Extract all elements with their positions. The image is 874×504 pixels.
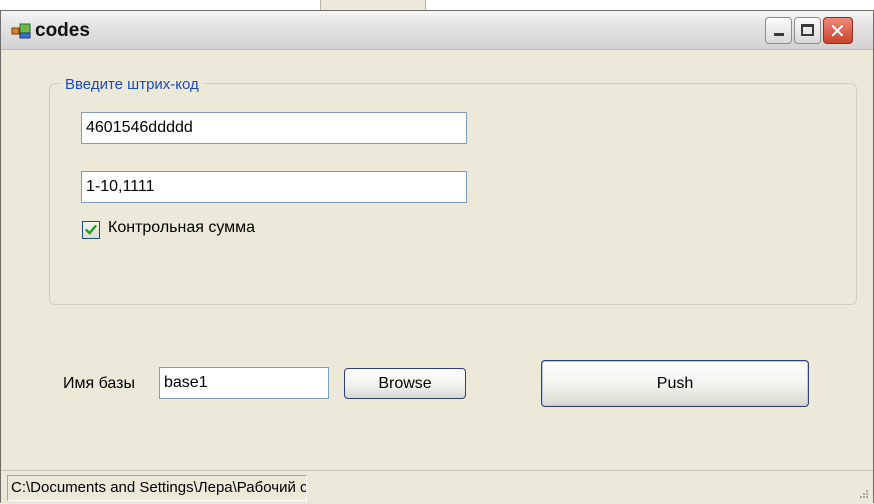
browse-button[interactable]: Browse bbox=[344, 368, 466, 399]
range-input[interactable]: 1-10,1111 bbox=[81, 171, 467, 203]
minimize-icon bbox=[774, 33, 784, 36]
status-bar: C:\Documents and Settings\Лера\Рабочий с… bbox=[1, 470, 873, 504]
app-icon bbox=[11, 23, 31, 39]
base-name-input[interactable]: base1 bbox=[159, 367, 329, 399]
base-name-label: Имя базы bbox=[63, 375, 135, 392]
checkmark-icon bbox=[85, 225, 97, 235]
maximize-button[interactable] bbox=[794, 17, 821, 44]
checksum-checkbox[interactable] bbox=[82, 221, 100, 239]
push-button[interactable]: Push bbox=[541, 360, 809, 407]
groupbox-legend: Введите штрих-код bbox=[61, 76, 203, 93]
barcode-input[interactable]: 4601546ddddd bbox=[81, 112, 467, 144]
maximize-icon bbox=[801, 24, 814, 36]
close-button[interactable]: ✕ bbox=[823, 17, 853, 44]
title-bar[interactable]: codes ✕ bbox=[1, 11, 873, 50]
minimize-button[interactable] bbox=[765, 17, 792, 44]
status-path: C:\Documents and Settings\Лера\Рабочий с… bbox=[7, 475, 307, 501]
checksum-label[interactable]: Контрольная сумма bbox=[108, 219, 255, 237]
codes-window: codes ✕ Введите штрих-код 4601546ddddd 1… bbox=[0, 10, 874, 504]
window-title: codes bbox=[35, 20, 90, 41]
resize-grip-icon[interactable] bbox=[855, 487, 869, 501]
close-icon: ✕ bbox=[829, 19, 846, 43]
